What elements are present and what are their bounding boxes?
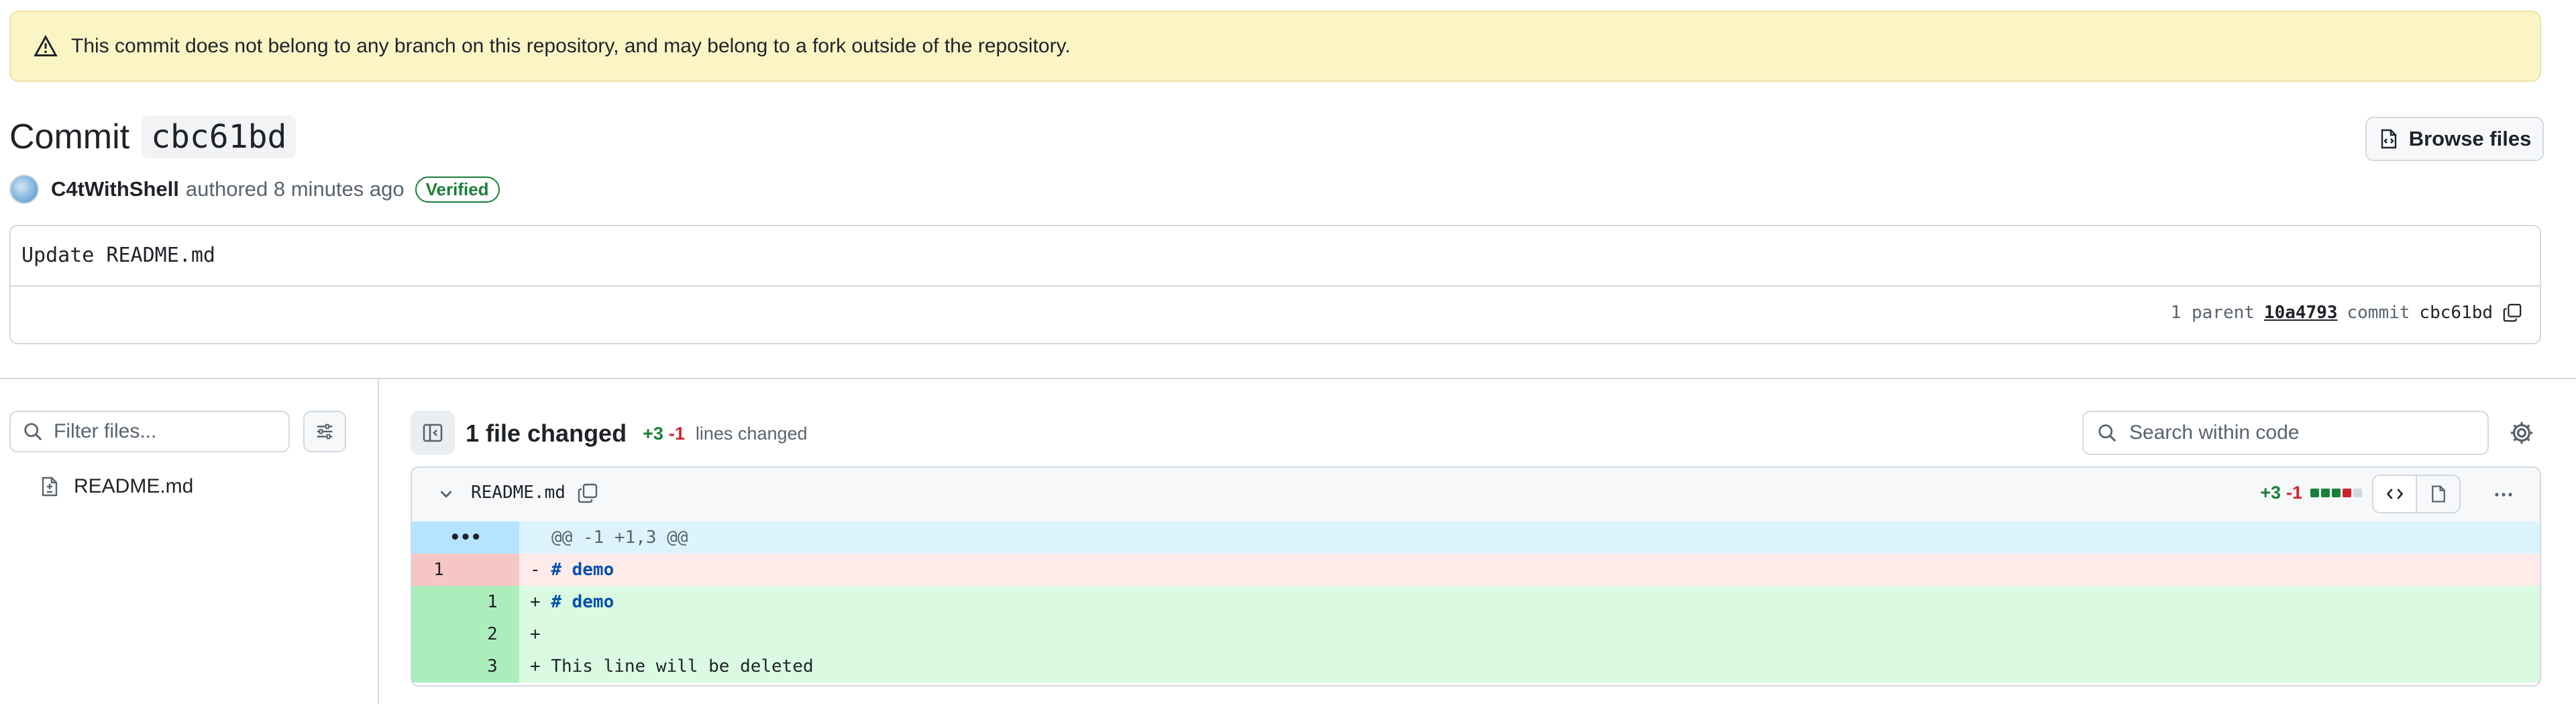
diff-line-added: 2 + bbox=[412, 618, 2540, 650]
old-line-number[interactable] bbox=[412, 586, 466, 618]
diff-line-deleted: 1 - # demo bbox=[412, 554, 2540, 586]
fork-warning-banner: This commit does not belong to any branc… bbox=[9, 11, 2541, 82]
commit-message: Update README.md bbox=[21, 244, 215, 267]
diff-deletions: -1 bbox=[2286, 483, 2302, 503]
page-title: Commit cbc61bd bbox=[9, 115, 297, 158]
gear-icon[interactable] bbox=[2509, 420, 2534, 446]
filter-placeholder: Filter files... bbox=[54, 420, 157, 442]
browse-files-button[interactable]: Browse files bbox=[2365, 117, 2544, 161]
section-divider bbox=[0, 378, 2576, 379]
sidebar-divider bbox=[378, 378, 379, 704]
file-code-icon bbox=[2381, 129, 2396, 149]
view-toggle-group bbox=[2372, 474, 2461, 513]
authored-time: authored 8 minutes ago bbox=[185, 177, 405, 201]
banner-text: This commit does not belong to any branc… bbox=[71, 35, 1071, 57]
line-content: - # demo bbox=[519, 554, 2540, 586]
chevron-down-icon[interactable] bbox=[436, 484, 456, 504]
author-line: C4tWithShell authored 8 minutes ago Veri… bbox=[9, 173, 500, 205]
new-line-number[interactable]: 2 bbox=[466, 618, 519, 650]
commit-hash: cbc61bd bbox=[2419, 303, 2493, 323]
diff-sign: + bbox=[530, 624, 541, 644]
divider bbox=[11, 285, 2540, 287]
lines-changed-label: lines changed bbox=[695, 423, 808, 444]
diffstat-block bbox=[2353, 489, 2362, 497]
diffstat-block bbox=[2321, 489, 2330, 497]
diffstat-block bbox=[2343, 489, 2351, 497]
verified-badge[interactable]: Verified bbox=[415, 176, 500, 203]
more-options-button[interactable] bbox=[2487, 479, 2520, 511]
diff-sign: + bbox=[530, 592, 541, 612]
line-content: + # demo bbox=[519, 586, 2540, 618]
additions-count: +3 bbox=[643, 423, 663, 444]
browse-files-label: Browse files bbox=[2408, 127, 2532, 150]
search-placeholder: Search within code bbox=[2129, 421, 2300, 444]
diff-summary: 1 file changed +3 -1 lines changed bbox=[466, 416, 808, 451]
filetree-item-readme[interactable]: README.md bbox=[39, 470, 193, 503]
commit-meta: 1 parent 10a4793 commit cbc61bd bbox=[2171, 303, 2522, 323]
hunk-header: @@ -1 +1,3 @@ bbox=[519, 521, 2540, 554]
author-link[interactable]: C4tWithShell bbox=[51, 177, 179, 201]
diffstat-blocks bbox=[2310, 489, 2364, 497]
diff-filename[interactable]: README.md bbox=[471, 483, 566, 503]
search-within-code-input[interactable]: Search within code bbox=[2082, 411, 2489, 455]
diffstat-block bbox=[2310, 489, 2319, 497]
markdown-heading: # demo bbox=[551, 560, 614, 580]
deletions-count: -1 bbox=[668, 423, 685, 444]
commit-hash-title: cbc61bd bbox=[142, 115, 297, 158]
alert-icon bbox=[34, 35, 58, 56]
rich-view-button[interactable] bbox=[2417, 476, 2459, 512]
file-diff-icon bbox=[42, 476, 58, 497]
sidebar-collapse-icon bbox=[423, 423, 443, 442]
code-icon bbox=[2386, 489, 2403, 499]
expand-hunk-button[interactable]: ••• bbox=[412, 521, 519, 554]
filetree-item-label: README.md bbox=[74, 475, 194, 497]
diff-sign: - bbox=[530, 560, 541, 580]
diff-hunk-row: ••• @@ -1 +1,3 @@ bbox=[412, 521, 2540, 554]
avatar[interactable] bbox=[9, 174, 39, 204]
code-view-button[interactable] bbox=[2373, 476, 2417, 512]
search-icon bbox=[24, 423, 42, 441]
parent-hash-link[interactable]: 10a4793 bbox=[2264, 303, 2338, 323]
copy-icon[interactable] bbox=[2502, 303, 2522, 323]
diff-additions: +3 bbox=[2260, 483, 2281, 503]
old-line-number[interactable]: 1 bbox=[412, 554, 466, 586]
old-line-number[interactable] bbox=[412, 618, 466, 650]
diff-sign: + bbox=[530, 656, 541, 676]
file-icon bbox=[2431, 485, 2445, 503]
line-content: + bbox=[519, 618, 2540, 650]
line-content: + This line will be deleted bbox=[519, 650, 2540, 683]
parent-label: 1 parent bbox=[2170, 303, 2255, 323]
markdown-heading: # demo bbox=[551, 592, 614, 612]
commit-message-box: Update README.md 1 parent 10a4793 commit… bbox=[9, 225, 2541, 344]
diff-line-added: 3 + This line will be deleted bbox=[412, 650, 2540, 683]
filter-files-input[interactable]: Filter files... bbox=[9, 411, 290, 452]
sliders-icon bbox=[317, 423, 333, 440]
diff-line-added: 1 + # demo bbox=[412, 586, 2540, 618]
commit-label: commit bbox=[2347, 303, 2410, 323]
search-icon bbox=[2098, 424, 2116, 442]
old-line-number[interactable] bbox=[412, 650, 466, 683]
line-text: This line will be deleted bbox=[551, 656, 814, 676]
new-line-number[interactable]: 1 bbox=[466, 586, 519, 618]
diff-file-header: README.md +3 -1 bbox=[412, 468, 2540, 523]
toggle-sidebar-button[interactable] bbox=[411, 411, 455, 455]
diffstat-block bbox=[2332, 489, 2341, 497]
diff-file: README.md +3 -1 ••• @@ -1 +1,3 @@ 1 - # … bbox=[411, 466, 2541, 687]
files-changed-count: 1 file changed bbox=[466, 419, 627, 447]
title-label: Commit bbox=[9, 117, 130, 156]
diff-stat: +3 -1 bbox=[2260, 483, 2364, 503]
new-line-number[interactable]: 3 bbox=[466, 650, 519, 683]
kebab-horizontal-icon bbox=[2495, 493, 2512, 497]
copy-icon[interactable] bbox=[577, 483, 598, 504]
new-line-number[interactable] bbox=[466, 554, 519, 586]
filter-options-button[interactable] bbox=[303, 411, 346, 452]
